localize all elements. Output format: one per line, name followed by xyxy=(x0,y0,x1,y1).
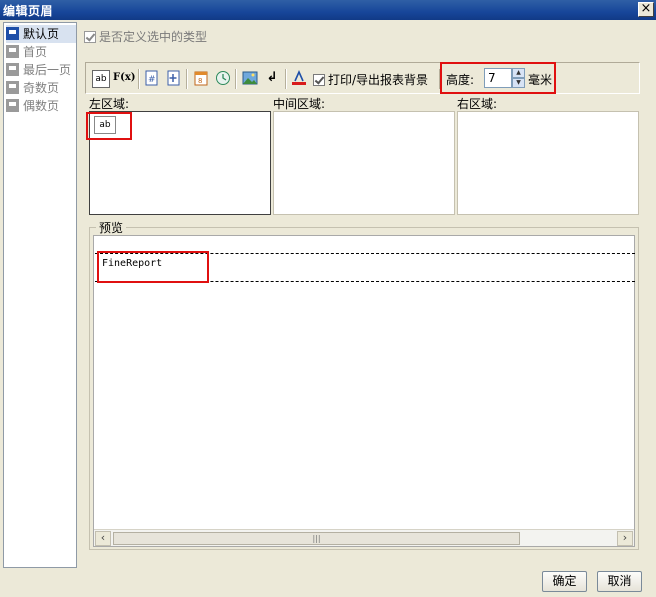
sidebar-item-label: 最后一页 xyxy=(23,63,72,77)
sidebar-item-first-page[interactable]: 首页 xyxy=(6,43,76,61)
font-style-icon[interactable] xyxy=(290,70,308,88)
custom-types-checkbox[interactable]: 是否定义选中的类型 xyxy=(84,29,207,45)
middle-region-panel[interactable] xyxy=(273,111,455,215)
scroll-right-icon[interactable]: › xyxy=(617,531,633,546)
page-icon xyxy=(6,63,19,76)
sidebar-item-label: 奇数页 xyxy=(23,81,60,95)
sidebar-item-last-page[interactable]: 最后一页 xyxy=(6,61,76,79)
svg-text:#: # xyxy=(148,75,156,85)
left-region-label: 左区域: xyxy=(89,97,130,111)
page-icon xyxy=(6,99,19,112)
page-icon xyxy=(6,27,19,40)
sidebar-item-default-page[interactable]: 默认页 xyxy=(6,25,76,43)
cancel-button[interactable]: 取消 xyxy=(597,571,642,592)
time-icon[interactable] xyxy=(214,70,232,88)
right-region-label: 右区域: xyxy=(457,97,498,111)
middle-region-label: 中间区域: xyxy=(273,97,326,111)
toolbar-separator xyxy=(235,69,237,89)
scrollbar-thumb[interactable]: ||| xyxy=(113,532,520,545)
right-region-panel[interactable] xyxy=(457,111,639,215)
highlight-box xyxy=(440,62,556,94)
page-type-list: 默认页 首页 最后一页 奇数页 偶数页 xyxy=(3,22,77,568)
page-number-icon[interactable]: # xyxy=(143,70,161,88)
sidebar-item-label: 偶数页 xyxy=(23,99,60,113)
toolbar-separator xyxy=(285,69,287,89)
insert-formula-icon[interactable]: F(x) xyxy=(113,70,136,88)
newline-icon[interactable]: ↲ xyxy=(263,70,281,88)
page-icon xyxy=(6,45,19,58)
insert-text-icon[interactable]: ab xyxy=(92,70,110,88)
page-icon xyxy=(6,81,19,94)
window-title: 编辑页眉 xyxy=(3,4,54,18)
sidebar-item-odd-page[interactable]: 奇数页 xyxy=(6,79,76,97)
checkbox-checked-icon[interactable] xyxy=(313,74,325,86)
custom-types-label: 是否定义选中的类型 xyxy=(99,30,208,44)
scroll-left-icon[interactable]: ‹ xyxy=(95,531,111,546)
toolbar-separator xyxy=(138,69,140,89)
print-background-checkbox[interactable]: 打印/导出报表背景 xyxy=(313,71,428,88)
horizontal-scrollbar[interactable]: ‹ ||| › xyxy=(94,529,634,546)
toolbar-separator xyxy=(186,69,188,89)
highlight-box xyxy=(97,251,209,283)
highlight-box xyxy=(86,112,132,140)
date-icon[interactable]: 8 xyxy=(192,70,210,88)
sidebar-item-even-page[interactable]: 偶数页 xyxy=(6,97,76,115)
checkbox-checked-icon[interactable] xyxy=(84,31,96,43)
title-bar: 编辑页眉 × xyxy=(0,0,656,20)
sidebar-item-label: 默认页 xyxy=(23,27,60,41)
total-pages-icon[interactable] xyxy=(165,70,183,88)
print-background-label: 打印/导出报表背景 xyxy=(328,73,429,87)
toolbar: ab F(x) # 8 ↲ 打印/导出报表背景 高度: ▲ ▼ 毫米 xyxy=(85,62,640,94)
close-button[interactable]: × xyxy=(638,2,654,17)
svg-text:8: 8 xyxy=(198,77,202,85)
sidebar-item-label: 首页 xyxy=(23,45,48,59)
image-icon[interactable] xyxy=(241,70,259,88)
ok-button[interactable]: 确定 xyxy=(542,571,587,592)
preview-legend: 预览 xyxy=(96,219,127,236)
